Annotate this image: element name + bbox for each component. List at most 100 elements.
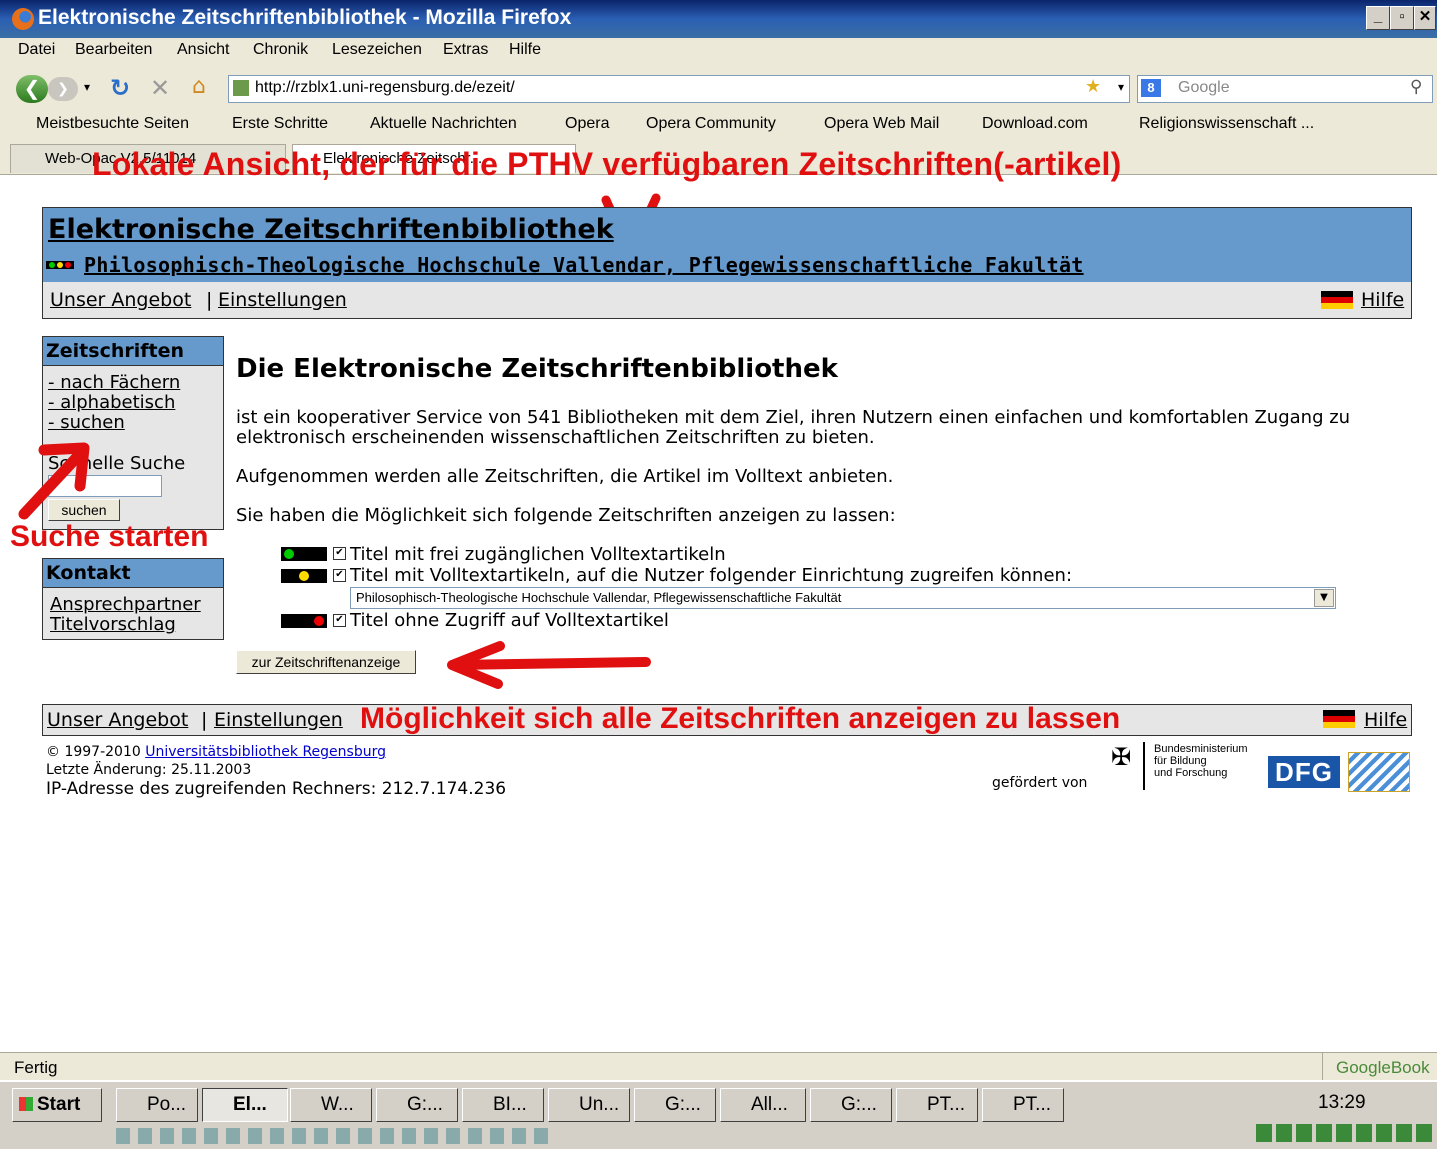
intro-paragraph: ist ein kooperativer Service von 541 Bib… xyxy=(236,407,1351,448)
firefox-icon xyxy=(12,8,34,30)
contact-link-titelvorschlag[interactable]: Titelvorschlag xyxy=(50,614,176,635)
german-flag-icon[interactable] xyxy=(1321,291,1353,309)
menu-hilfe[interactable]: Hilfe xyxy=(509,41,541,59)
ub-regensburg-link[interactable]: Universitätsbibliothek Regensburg xyxy=(145,744,386,760)
task-item[interactable]: G:... xyxy=(376,1088,458,1122)
annotation-arrow-left xyxy=(447,641,651,689)
stop-icon[interactable]: ✕ xyxy=(150,74,170,102)
federal-eagle-icon: ✠ xyxy=(1110,743,1132,771)
taskbar: Start Po... El... W... G:... BI... Un...… xyxy=(0,1080,1437,1149)
select-dropdown-icon[interactable]: ▼ xyxy=(1314,589,1334,607)
green-light-icon xyxy=(281,547,327,561)
task-item-active[interactable]: El... xyxy=(202,1088,288,1122)
bottom-german-flag-icon[interactable] xyxy=(1323,710,1355,728)
institution-select-value: Philosophisch-Theologische Hochschule Va… xyxy=(356,590,842,605)
start-label: Start xyxy=(37,1094,81,1115)
bookmark-item[interactable]: Aktuelle Nachrichten xyxy=(370,115,517,133)
bookmark-item[interactable]: Meistbesuchte Seiten xyxy=(36,115,189,133)
close-button[interactable]: ✕ xyxy=(1414,6,1436,30)
dfg-logo: DFG xyxy=(1268,756,1340,788)
bottom-nav-hilfe[interactable]: Hilfe xyxy=(1364,709,1407,731)
task-item[interactable]: All... xyxy=(720,1088,806,1122)
history-dropdown-icon[interactable]: ▾ xyxy=(84,80,90,94)
home-icon[interactable]: ⌂ xyxy=(192,74,206,99)
system-tray-icons[interactable] xyxy=(1256,1124,1434,1142)
menu-datei[interactable]: Datei xyxy=(18,41,55,59)
footer-copyright: © 1997-2010 Universitätsbibliothek Regen… xyxy=(46,744,386,760)
googlebook-status[interactable]: GoogleBook xyxy=(1336,1058,1430,1078)
menu-chronik[interactable]: Chronik xyxy=(253,41,308,59)
menu-lesezeichen[interactable]: Lesezeichen xyxy=(332,41,422,59)
copyright-years: © 1997-2010 xyxy=(46,744,141,760)
bottom-nav-einstellungen[interactable]: Einstellungen xyxy=(214,709,343,731)
bmbf-line: und Forschung xyxy=(1154,767,1228,779)
institution-link[interactable]: Philosophisch-Theologische Hochschule Va… xyxy=(84,253,1084,277)
google-engine-icon[interactable]: 8 xyxy=(1141,79,1161,97)
bavaria-crest-icon xyxy=(1348,752,1410,792)
sidebar-link-suchen[interactable]: - suchen xyxy=(48,412,125,433)
status-text: Fertig xyxy=(14,1058,58,1077)
nav-unser-angebot[interactable]: Unser Angebot xyxy=(50,289,191,311)
bookmark-item[interactable]: Erste Schritte xyxy=(232,115,328,133)
bookmark-star-icon[interactable]: ★ xyxy=(1085,76,1101,97)
task-item[interactable]: G:... xyxy=(634,1088,716,1122)
task-item[interactable]: Un... xyxy=(548,1088,630,1122)
menu-bar: Datei Bearbeiten Ansicht Chronik Lesezei… xyxy=(0,38,1437,66)
url-bar[interactable]: http://rzblx1.uni-regensburg.de/ezeit/ ★ xyxy=(228,75,1130,103)
maximize-button[interactable]: ▫ xyxy=(1390,6,1414,30)
options-intro: Sie haben die Möglichkeit sich folgende … xyxy=(236,505,896,526)
bmbf-logo: Bundesministerium für Bildung und Forsch… xyxy=(1154,743,1248,779)
sidebar-contact-heading: Kontakt xyxy=(43,559,223,588)
menu-bearbeiten[interactable]: Bearbeiten xyxy=(75,41,152,59)
checkbox-no-access[interactable]: ✔ xyxy=(333,614,346,627)
annotation-arrow-search xyxy=(18,442,90,520)
windows-flag-icon xyxy=(19,1097,33,1111)
traffic-light-icon xyxy=(46,261,74,269)
search-box[interactable]: 8 Google ⚲ xyxy=(1137,75,1433,103)
bookmarks-toolbar: Meistbesuchte Seiten Erste Schritte Aktu… xyxy=(0,110,1437,140)
bottom-nav-separator: | xyxy=(201,709,208,731)
nav-einstellungen[interactable]: Einstellungen xyxy=(218,289,347,311)
checkbox-free[interactable]: ✔ xyxy=(333,547,346,560)
task-item[interactable]: Po... xyxy=(116,1088,198,1122)
url-text: http://rzblx1.uni-regensburg.de/ezeit/ xyxy=(255,79,515,96)
sidebar-contact-box: Kontakt Ansprechpartner Titelvorschlag xyxy=(42,558,224,640)
minimize-button[interactable]: _ xyxy=(1366,6,1390,30)
forward-button[interactable]: ❯ xyxy=(48,77,78,101)
quick-launch-icons[interactable] xyxy=(116,1128,556,1144)
ezb-title-link[interactable]: Elektronische Zeitschriftenbibliothek xyxy=(48,214,614,245)
annotation-search: Suche starten xyxy=(10,520,209,553)
show-journals-button[interactable]: zur Zeitschriftenanzeige xyxy=(236,650,416,674)
bookmark-item[interactable]: Opera Community xyxy=(646,115,776,133)
footer-last-change: Letzte Änderung: 25.11.2003 xyxy=(46,762,252,778)
url-dropdown-icon[interactable]: ▾ xyxy=(1118,80,1124,94)
institution-select[interactable]: Philosophisch-Theologische Hochschule Va… xyxy=(350,587,1336,609)
menu-ansicht[interactable]: Ansicht xyxy=(177,41,229,59)
start-button[interactable]: Start xyxy=(12,1088,102,1122)
annotation-bottom: Möglichkeit sich alle Zeitschriften anze… xyxy=(360,702,1121,735)
sidebar-link-faechern[interactable]: - nach Fächern xyxy=(48,372,180,393)
task-item[interactable]: BI... xyxy=(462,1088,544,1122)
task-item[interactable]: W... xyxy=(290,1088,372,1122)
menu-extras[interactable]: Extras xyxy=(443,41,488,59)
page-heading: Die Elektronische Zeitschriftenbibliothe… xyxy=(236,354,838,384)
sidebar-journals-heading: Zeitschriften xyxy=(43,337,223,366)
bookmark-item[interactable]: Opera Web Mail xyxy=(824,115,939,133)
search-magnifier-icon[interactable]: ⚲ xyxy=(1410,77,1422,97)
bmbf-line: Bundesministerium xyxy=(1154,743,1248,755)
nav-hilfe[interactable]: Hilfe xyxy=(1361,289,1404,311)
annotation-top: Lokale Ansicht, der für die PTHV verfügb… xyxy=(92,146,1122,182)
task-item[interactable]: PT... xyxy=(982,1088,1064,1122)
bookmark-item[interactable]: Opera xyxy=(565,115,609,133)
bookmark-item[interactable]: Religionswissenschaft ... xyxy=(1139,115,1314,133)
sidebar-link-alphabetisch[interactable]: - alphabetisch xyxy=(48,392,175,413)
task-item[interactable]: PT... xyxy=(896,1088,978,1122)
bottom-nav-unser-angebot[interactable]: Unser Angebot xyxy=(47,709,188,731)
bookmark-item[interactable]: Download.com xyxy=(982,115,1088,133)
status-bar: Fertig GoogleBook xyxy=(0,1052,1437,1081)
reload-icon[interactable]: ↻ xyxy=(110,74,130,102)
contact-link-ansprechpartner[interactable]: Ansprechpartner xyxy=(50,594,201,615)
task-item[interactable]: G:... xyxy=(810,1088,892,1122)
checkbox-licensed[interactable]: ✔ xyxy=(333,569,346,582)
back-button[interactable]: ❮ xyxy=(16,75,48,103)
